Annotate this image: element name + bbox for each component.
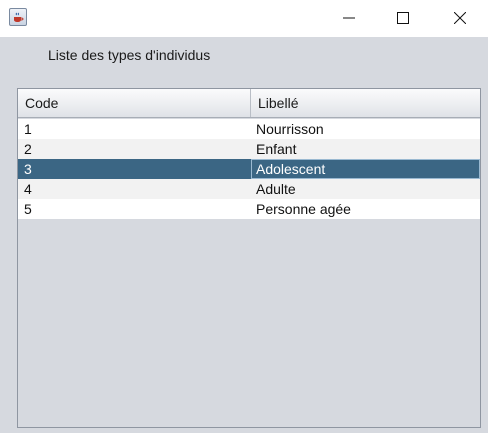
cell-libelle[interactable]: Enfant	[251, 139, 480, 159]
table-body: 1 Nourrisson 2 Enfant 3 Adolescent 4 Adulte 5 Per…	[18, 119, 480, 219]
close-button[interactable]	[437, 0, 483, 37]
cell-libelle[interactable]: Adolescent	[251, 159, 480, 179]
maximize-icon	[397, 12, 409, 24]
cell-libelle[interactable]: Adulte	[251, 179, 480, 199]
types-table[interactable]: Code Libellé 1 Nourrisson 2 Enfant 3 Adolesce…	[17, 88, 481, 428]
column-header-libelle[interactable]: Libellé	[251, 89, 480, 117]
cell-code[interactable]: 5	[18, 199, 251, 219]
cell-code[interactable]: 4	[18, 179, 251, 199]
cell-code[interactable]: 3	[18, 159, 251, 179]
java-cup-icon[interactable]	[9, 8, 27, 26]
table-row-selected[interactable]: 3 Adolescent	[18, 159, 480, 179]
table-row[interactable]: 2 Enfant	[18, 139, 480, 159]
cell-code[interactable]: 2	[18, 139, 251, 159]
table-row[interactable]: 4 Adulte	[18, 179, 480, 199]
title-bar[interactable]	[0, 0, 488, 37]
cell-code[interactable]: 1	[18, 119, 251, 139]
page-title: Liste des types d'individus	[48, 47, 211, 63]
table-row[interactable]: 5 Personne agée	[18, 199, 480, 219]
cell-libelle[interactable]: Personne agée	[251, 199, 480, 219]
minimize-icon	[343, 17, 355, 19]
cell-libelle[interactable]: Nourrisson	[251, 119, 480, 139]
minimize-button[interactable]	[326, 0, 372, 37]
maximize-button[interactable]	[380, 0, 426, 37]
column-header-code[interactable]: Code	[18, 89, 251, 117]
table-row[interactable]: 1 Nourrisson	[18, 119, 480, 139]
table-header: Code Libellé	[18, 89, 480, 118]
app-window: Liste des types d'individus Code Libellé…	[0, 0, 488, 433]
close-icon	[454, 12, 466, 24]
